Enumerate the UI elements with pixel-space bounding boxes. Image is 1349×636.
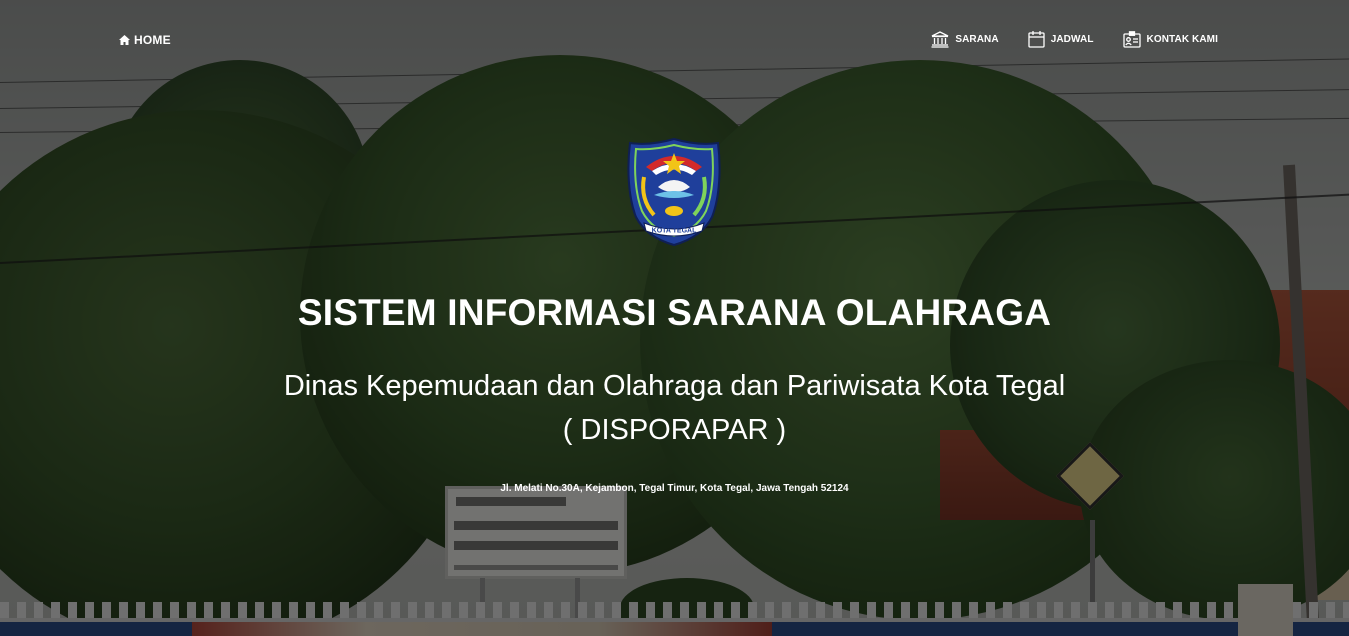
nav-jadwal-label: JADWAL (1050, 33, 1094, 45)
nav-sarana-link[interactable]: SARANA (931, 30, 999, 48)
contact-card-icon (1122, 30, 1141, 48)
kota-tegal-logo: KOTA TEGAL (626, 137, 722, 247)
nav-jadwal-link[interactable]: JADWAL (1028, 30, 1094, 48)
page-title: SISTEM INFORMASI SARANA OLAHRAGA (297, 292, 1052, 333)
nav-home-link[interactable]: HOME (119, 33, 171, 47)
nav-menu: SARANA JADWAL KONTAK KAMI (931, 30, 1218, 48)
svg-text:KOTA TEGAL: KOTA TEGAL (652, 228, 697, 235)
agency-address: Jl. Melati No.30A, Kejambon, Tegal Timur… (500, 483, 849, 494)
nav-kontak-link[interactable]: KONTAK KAMI (1122, 30, 1218, 48)
home-icon (119, 35, 130, 45)
building-icon (931, 30, 949, 48)
agency-name: Dinas Kepemudaan dan Olahraga dan Pariwi… (283, 370, 1066, 402)
nav-sarana-label: SARANA (955, 33, 999, 45)
agency-abbreviation: ( DISPORAPAR ) (562, 414, 787, 446)
nav-kontak-label: KONTAK KAMI (1146, 33, 1218, 45)
calendar-icon (1028, 30, 1045, 48)
top-navbar: HOME SARANA JADWAL KONTAK KAMI (0, 0, 1349, 80)
nav-home-label: HOME (134, 33, 171, 47)
